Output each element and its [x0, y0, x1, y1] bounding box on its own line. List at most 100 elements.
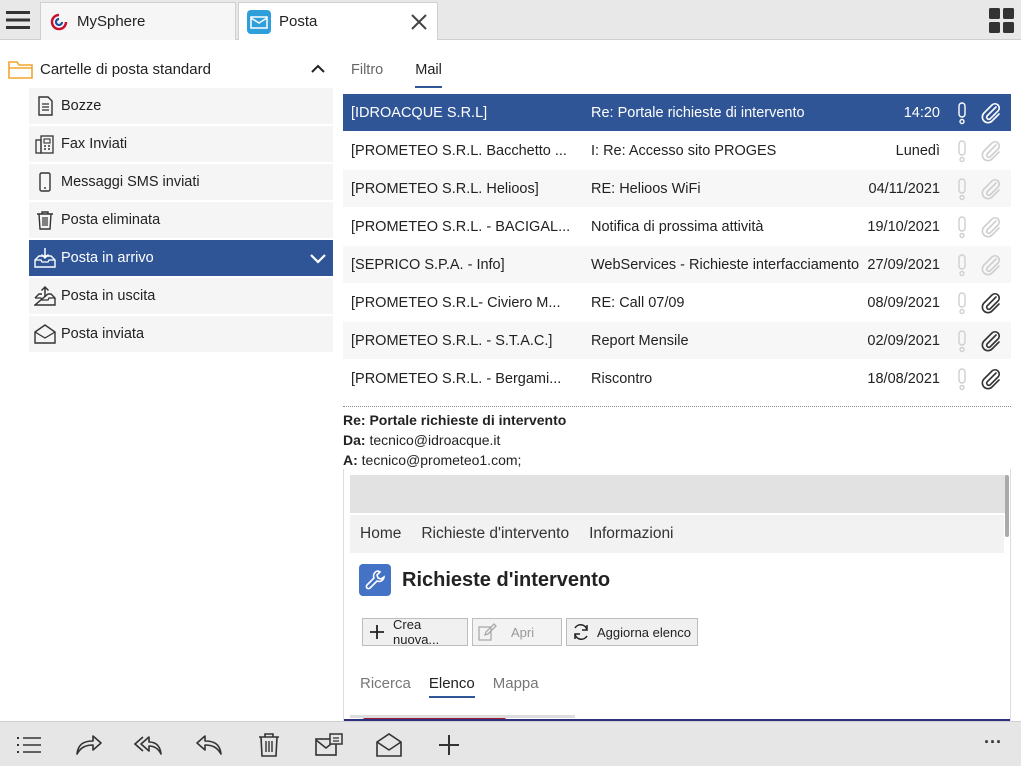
sidebar-item-bozze[interactable]: Bozze [29, 88, 333, 124]
message-row[interactable]: [IDROACQUE S.R.L] Re: Portale richieste d… [343, 94, 1011, 132]
plus-icon [367, 622, 387, 642]
add-icon[interactable] [434, 730, 464, 760]
folder-group-label: Cartelle di posta standard [40, 60, 211, 78]
trash-icon [34, 209, 56, 231]
message-subject: I: Re: Accesso sito PROGES [591, 142, 777, 159]
sidebar-item-label: Fax Inviati [61, 136, 128, 152]
sidebar-item-posta-in-uscita[interactable]: Posta in uscita [29, 278, 333, 314]
attachment-icon[interactable] [979, 253, 1003, 277]
message-from: [SEPRICO S.P.A. - Info] [351, 256, 505, 273]
wrench-icon [359, 564, 391, 596]
priority-icon[interactable] [953, 101, 971, 125]
sidebar-item-posta-in-arrivo[interactable]: Posta in arrivo [29, 240, 333, 276]
embedded-nav: Home Richieste d'intervento Informazioni [350, 515, 1004, 553]
tab-mappa[interactable]: Mappa [493, 675, 539, 698]
tab-posta[interactable]: Posta [238, 2, 438, 40]
sidebar-item-sms-inviati[interactable]: Messaggi SMS inviati [29, 164, 333, 200]
priority-icon[interactable] [953, 253, 971, 277]
priority-icon[interactable] [953, 139, 971, 163]
attachment-icon[interactable] [979, 215, 1003, 239]
mail-app-icon [247, 9, 271, 34]
attachment-icon[interactable] [979, 177, 1003, 201]
mail-new-icon[interactable] [314, 730, 344, 760]
attachment-icon[interactable] [979, 139, 1003, 163]
embedded-title: Richieste d'intervento [359, 564, 610, 596]
preview-subject: Re: Portale richieste di intervento [343, 412, 567, 428]
attachment-icon[interactable] [979, 367, 1003, 391]
reply-icon[interactable] [194, 730, 224, 760]
button-label: Apri [511, 624, 535, 640]
close-icon[interactable] [409, 12, 429, 32]
preview-headers: Re: Portale richieste di intervento Da: … [343, 410, 566, 470]
crea-nuova-button[interactable]: Crea nuova... [362, 617, 468, 647]
sidebar-item-label: Bozze [61, 98, 102, 114]
sidebar-item-label: Messaggi SMS inviati [61, 174, 200, 190]
tab-elenco[interactable]: Elenco [428, 675, 475, 698]
scrollbar[interactable] [1005, 475, 1009, 537]
message-date: Lunedì [895, 142, 940, 159]
from-label: Da: [343, 432, 366, 448]
message-subject: RE: Helioos WiFi [591, 180, 701, 197]
tab-mysphere[interactable]: MySphere [40, 2, 236, 40]
sent-mail-icon [34, 323, 56, 345]
message-subject: WebServices - Richieste interfacciamento [591, 256, 860, 273]
folder-group-header[interactable]: Cartelle di posta standard [8, 50, 333, 88]
bottom-toolbar: ··· [0, 721, 1021, 766]
attachment-icon[interactable] [979, 329, 1003, 353]
grid-layout-icon[interactable] [988, 7, 1015, 34]
message-from: [PROMETEO S.R.L. - S.T.A.C.] [351, 332, 553, 349]
priority-icon[interactable] [953, 177, 971, 201]
priority-icon[interactable] [953, 329, 971, 353]
title-bar: MySphere Posta [0, 0, 1021, 40]
message-from: [PROMETEO S.R.L- Civiero M... [351, 294, 561, 311]
priority-icon[interactable] [953, 291, 971, 315]
message-from: [PROMETEO S.R.L. Bacchetto ... [351, 142, 567, 159]
tab-ricerca[interactable]: Ricerca [360, 675, 411, 698]
hamburger-icon[interactable] [4, 6, 32, 34]
apri-button[interactable]: Apri [472, 618, 562, 646]
message-row[interactable]: [SEPRICO S.P.A. - Info] WebServices - Ric… [343, 246, 1011, 284]
trash-icon[interactable] [254, 730, 284, 760]
message-date: 27/09/2021 [867, 256, 940, 273]
list-icon[interactable] [14, 730, 44, 760]
tab-mail[interactable]: Mail [415, 62, 442, 88]
chevron-down-icon[interactable] [309, 249, 327, 267]
attachment-icon[interactable] [979, 291, 1003, 315]
sidebar-item-fax-inviati[interactable]: Fax Inviati [29, 126, 333, 162]
embedded-nav-informazioni[interactable]: Informazioni [589, 525, 673, 543]
message-from: [PROMETEO S.R.L. Helioos] [351, 180, 539, 197]
tab-label: MySphere [77, 13, 146, 30]
outbox-icon [34, 285, 56, 307]
message-row[interactable]: [PROMETEO S.R.L. - Bergami... Riscontro 18… [343, 360, 1011, 398]
attachment-icon[interactable] [979, 101, 1003, 125]
aggiorna-elenco-button[interactable]: Aggiorna elenco [566, 618, 698, 646]
message-row[interactable]: [PROMETEO S.R.L. Bacchetto ... I: Re: Acc… [343, 132, 1011, 170]
message-from: [PROMETEO S.R.L. - BACIGAL... [351, 218, 571, 235]
embedded-nav-home[interactable]: Home [360, 525, 401, 543]
message-row[interactable]: [PROMETEO S.R.L- Civiero M... RE: Call 07… [343, 284, 1011, 322]
priority-icon[interactable] [953, 367, 971, 391]
tab-filtro[interactable]: Filtro [351, 62, 383, 88]
reply-all-icon[interactable] [134, 730, 164, 760]
embedded-nav-richieste[interactable]: Richieste d'intervento [421, 525, 569, 543]
message-body: Home Richieste d'intervento Informazioni… [343, 469, 1011, 721]
preview-from[interactable]: tecnico@idroacque.it [369, 432, 500, 448]
sidebar-item-label: Posta in uscita [61, 288, 156, 304]
fax-icon [34, 133, 56, 155]
forward-icon[interactable] [74, 730, 104, 760]
phone-icon [34, 171, 56, 193]
preview-divider [343, 406, 1011, 407]
message-date: 19/10/2021 [867, 218, 940, 235]
chevron-up-icon[interactable] [309, 60, 327, 78]
inbox-icon [34, 247, 56, 269]
message-row[interactable]: [PROMETEO S.R.L. - S.T.A.C.] Report Mensi… [343, 322, 1011, 360]
sidebar-item-posta-eliminata[interactable]: Posta eliminata [29, 202, 333, 238]
sidebar-item-posta-inviata[interactable]: Posta inviata [29, 316, 333, 352]
message-subject: Report Mensile [591, 332, 689, 349]
message-row[interactable]: [PROMETEO S.R.L. - BACIGAL... Notifica di… [343, 208, 1011, 246]
message-row[interactable]: [PROMETEO S.R.L. Helioos] RE: Helioos WiF… [343, 170, 1011, 208]
more-icon[interactable]: ··· [978, 730, 1008, 760]
mark-read-icon[interactable] [374, 730, 404, 760]
priority-icon[interactable] [953, 215, 971, 239]
preview-to[interactable]: tecnico@prometeo1.com; [362, 452, 522, 468]
